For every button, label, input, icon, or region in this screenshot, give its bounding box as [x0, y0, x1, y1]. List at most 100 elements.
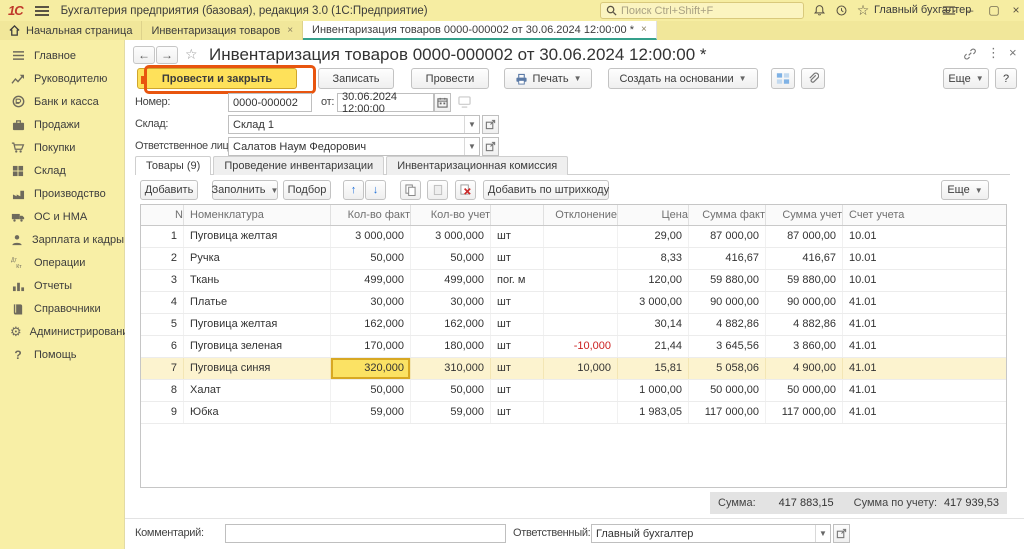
cell-qty_fact[interactable]: 30,000 — [331, 292, 411, 313]
favorites-star-icon[interactable]: ☆ — [854, 2, 872, 19]
sidebar-item-zarplata-kadry[interactable]: Зарплата и кадры — [0, 228, 124, 251]
table-row-3[interactable]: 3Ткань499,000499,000пог. м120,0059 880,0… — [141, 270, 1006, 292]
cell-account[interactable]: 41.01 — [843, 358, 1006, 379]
cell-qty_fact[interactable]: 3 000,000 — [331, 226, 411, 247]
calendar-button[interactable] — [434, 93, 451, 112]
sidebar-item-operatsii[interactable]: ДтКт Операции — [0, 251, 124, 274]
cell-deviation[interactable] — [544, 314, 618, 335]
form-more-button[interactable]: Еще▼ — [943, 68, 989, 89]
cell-n[interactable]: 4 — [141, 292, 184, 313]
cell-n[interactable]: 8 — [141, 380, 184, 401]
cell-sum_acc[interactable]: 50 000,00 — [766, 380, 843, 401]
cell-qty_acc[interactable]: 50,000 — [411, 380, 491, 401]
cell-sum_fact[interactable]: 3 645,56 — [689, 336, 766, 357]
cell-unit[interactable]: шт — [491, 336, 544, 357]
tab-goods[interactable]: Товары (9) — [135, 156, 211, 175]
cell-sum_acc[interactable]: 87 000,00 — [766, 226, 843, 247]
show-postings-button[interactable] — [771, 68, 795, 89]
column-header-n[interactable]: N — [141, 205, 184, 225]
cell-sum_fact[interactable]: 50 000,00 — [689, 380, 766, 401]
table-header[interactable]: NНоменклатураКол-во фактКол-во учетОткло… — [141, 205, 1006, 226]
cell-price[interactable]: 3 000,00 — [618, 292, 689, 313]
cell-name[interactable]: Халат — [184, 380, 331, 401]
cell-price[interactable]: 21,44 — [618, 336, 689, 357]
cell-price[interactable]: 30,14 — [618, 314, 689, 335]
cell-name[interactable]: Юбка — [184, 402, 331, 423]
tab-home[interactable]: Начальная страница — [0, 21, 142, 40]
cell-account[interactable]: 10.01 — [843, 270, 1006, 291]
column-header-name[interactable]: Номенклатура — [184, 205, 331, 225]
cell-unit[interactable]: шт — [491, 292, 544, 313]
responsible-open-button[interactable] — [833, 524, 850, 543]
cell-qty_fact[interactable]: 499,000 — [331, 270, 411, 291]
cell-qty_acc[interactable]: 310,000 — [411, 358, 491, 379]
nav-forward-icon[interactable]: → — [156, 46, 178, 64]
minimize-icon[interactable]: – — [960, 0, 980, 20]
cell-qty_acc[interactable]: 59,000 — [411, 402, 491, 423]
column-header-sum_acc[interactable]: Сумма учет — [766, 205, 843, 225]
table-row-6[interactable]: 6Пуговица зеленая170,000180,000шт-10,000… — [141, 336, 1006, 358]
table-row-7[interactable]: 7Пуговица синяя320,000310,000шт10,00015,… — [141, 358, 1006, 380]
cell-sum_acc[interactable]: 416,67 — [766, 248, 843, 269]
cell-account[interactable]: 41.01 — [843, 336, 1006, 357]
cell-unit[interactable]: шт — [491, 226, 544, 247]
cell-qty_acc[interactable]: 30,000 — [411, 292, 491, 313]
nav-back-icon[interactable]: ← — [133, 46, 155, 64]
copy-row-button[interactable] — [400, 180, 421, 200]
cell-qty_acc[interactable]: 162,000 — [411, 314, 491, 335]
notifications-bell-icon[interactable] — [810, 2, 828, 19]
column-header-sum_fact[interactable]: Сумма факт — [689, 205, 766, 225]
responsible-person-open-button[interactable] — [482, 137, 499, 156]
cell-sum_fact[interactable]: 90 000,00 — [689, 292, 766, 313]
cell-qty_fact[interactable]: 170,000 — [331, 336, 411, 357]
cell-name[interactable]: Ткань — [184, 270, 331, 291]
column-header-unit[interactable] — [491, 205, 544, 225]
cell-sum_acc[interactable]: 59 880,00 — [766, 270, 843, 291]
cell-account[interactable]: 41.01 — [843, 314, 1006, 335]
write-button[interactable]: Записать — [318, 68, 394, 89]
cell-qty_acc[interactable]: 50,000 — [411, 248, 491, 269]
sidebar-item-pomoshch[interactable]: ? Помощь — [0, 343, 124, 366]
sidebar-item-administrirovanie[interactable]: ⚙ Администрирование — [0, 320, 124, 343]
cell-price[interactable]: 1 983,05 — [618, 402, 689, 423]
cell-n[interactable]: 9 — [141, 402, 184, 423]
paste-row-button[interactable] — [427, 180, 448, 200]
cell-name[interactable]: Пуговица желтая — [184, 314, 331, 335]
fill-button[interactable]: Заполнить▼ — [212, 180, 278, 200]
column-header-account[interactable]: Счет учета — [843, 205, 1006, 225]
cell-sum_acc[interactable]: 90 000,00 — [766, 292, 843, 313]
cell-qty_acc[interactable]: 499,000 — [411, 270, 491, 291]
cell-unit[interactable]: шт — [491, 248, 544, 269]
cell-sum_fact[interactable]: 59 880,00 — [689, 270, 766, 291]
close-window-icon[interactable]: × — [1006, 0, 1024, 20]
tab-inventory-document[interactable]: Инвентаризация товаров 0000-000002 от 30… — [303, 21, 657, 40]
cell-deviation[interactable] — [544, 292, 618, 313]
cell-account[interactable]: 41.01 — [843, 292, 1006, 313]
add-row-button[interactable]: Добавить — [140, 180, 198, 200]
sidebar-item-spravochniki[interactable]: Справочники — [0, 297, 124, 320]
cell-qty_fact[interactable]: 50,000 — [331, 380, 411, 401]
date-field[interactable]: 30.06.2024 12:00:00 — [337, 93, 434, 112]
post-button[interactable]: Провести — [411, 68, 489, 89]
chevron-down-icon[interactable]: ▼ — [815, 525, 830, 542]
cell-deviation[interactable] — [544, 380, 618, 401]
cell-n[interactable]: 1 — [141, 226, 184, 247]
cell-unit[interactable]: шт — [491, 380, 544, 401]
main-menu-icon[interactable] — [35, 6, 49, 16]
tab-inventory-list[interactable]: Инвентаризация товаров × — [142, 21, 303, 40]
sidebar-item-pokupki[interactable]: Покупки — [0, 136, 124, 159]
table-row-1[interactable]: 1Пуговица желтая3 000,0003 000,000шт29,0… — [141, 226, 1006, 248]
cell-unit[interactable]: шт — [491, 314, 544, 335]
cell-name[interactable]: Пуговица синяя — [184, 358, 331, 379]
table-row-2[interactable]: 2Ручка50,00050,000шт8,33416,67416,6710.0… — [141, 248, 1006, 270]
cell-sum_fact[interactable]: 416,67 — [689, 248, 766, 269]
responsible-person-field[interactable]: Салатов Наум Федорович ▼ — [228, 137, 480, 156]
close-tab-icon[interactable]: × — [287, 25, 293, 36]
move-down-button[interactable]: ↓ — [365, 180, 386, 200]
table-row-5[interactable]: 5Пуговица желтая162,000162,000шт30,144 8… — [141, 314, 1006, 336]
cell-n[interactable]: 5 — [141, 314, 184, 335]
service-menu-icon[interactable] — [940, 2, 958, 19]
delete-row-button[interactable] — [455, 180, 476, 200]
cell-name[interactable]: Пуговица зеленая — [184, 336, 331, 357]
move-up-button[interactable]: ↑ — [343, 180, 364, 200]
